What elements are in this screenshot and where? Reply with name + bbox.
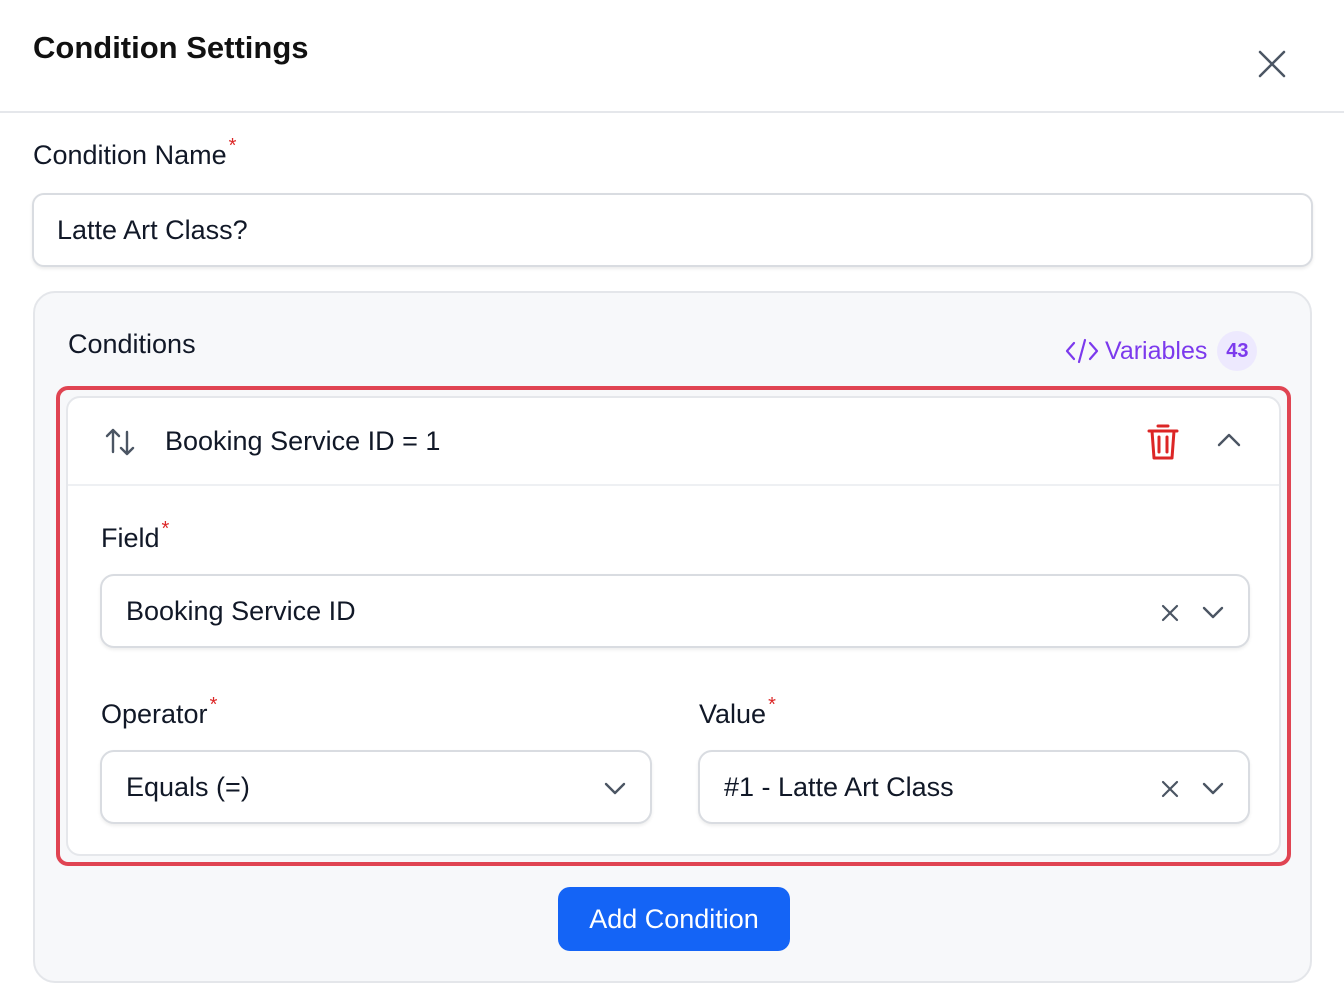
- condition-card-header[interactable]: Booking Service ID = 1: [68, 398, 1279, 486]
- condition-card: Booking Service ID = 1 Field * Booking Se…: [66, 396, 1281, 856]
- sort-arrows-icon[interactable]: [102, 424, 138, 460]
- chevron-up-icon[interactable]: [1214, 428, 1244, 452]
- chevron-down-icon[interactable]: [1202, 606, 1224, 620]
- clear-icon[interactable]: [1160, 779, 1180, 799]
- condition-name-label: Condition Name *: [33, 135, 237, 170]
- conditions-title: Conditions: [68, 329, 196, 359]
- required-mark: *: [209, 694, 218, 716]
- operator-label: Operator *: [101, 694, 218, 729]
- chevron-down-icon[interactable]: [1202, 782, 1224, 796]
- field-select-value: Booking Service ID: [126, 596, 356, 626]
- value-select[interactable]: #1 - Latte Art Class: [698, 750, 1250, 824]
- modal-header: Condition Settings: [0, 0, 1344, 113]
- conditions-panel: Conditions Variables 43 Booking Service …: [33, 291, 1312, 983]
- field-label: Field *: [101, 518, 170, 553]
- add-condition-button[interactable]: Add Condition: [558, 887, 790, 951]
- operator-select[interactable]: Equals (=): [100, 750, 652, 824]
- condition-highlight: Booking Service ID = 1 Field * Booking Se…: [56, 386, 1291, 866]
- value-select-value: #1 - Latte Art Class: [724, 772, 954, 802]
- required-mark: *: [768, 694, 776, 716]
- chevron-down-icon[interactable]: [604, 782, 626, 796]
- variables-button[interactable]: Variables 43: [1065, 331, 1258, 371]
- code-icon: [1065, 338, 1099, 364]
- condition-name-input[interactable]: [32, 193, 1313, 267]
- condition-summary: Booking Service ID = 1: [165, 426, 441, 456]
- close-icon[interactable]: [1252, 44, 1292, 84]
- required-mark: *: [161, 518, 170, 540]
- variables-label: Variables: [1105, 336, 1208, 365]
- required-mark: *: [228, 135, 237, 157]
- clear-icon[interactable]: [1160, 603, 1180, 623]
- field-select[interactable]: Booking Service ID: [100, 574, 1250, 648]
- trash-icon[interactable]: [1146, 422, 1180, 462]
- operator-select-value: Equals (=): [126, 772, 250, 802]
- value-label: Value *: [699, 694, 776, 729]
- variables-count-badge: 43: [1217, 331, 1258, 371]
- modal-title: Condition Settings: [33, 30, 309, 65]
